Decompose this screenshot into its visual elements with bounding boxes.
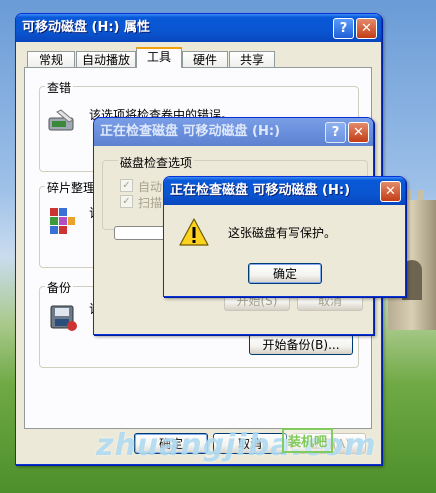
check-disk-icon [48,109,74,131]
backup-group-label: 备份 [45,279,74,296]
alert-titlebar: 正在检查磁盘 可移动磁盘 (H:) ✕ [164,177,405,205]
write-protect-alert: 正在检查磁盘 可移动磁盘 (H:) ✕ 这张磁盘有写保护。 确定 [163,176,406,297]
check-disk-help-button[interactable]: ? [325,122,346,143]
scan-label: 扫描 [138,196,163,210]
disk-options-label: 磁盘检查选项 [118,154,195,171]
properties-titlebar: 可移动磁盘 (H:) 属性 ? ✕ [16,14,381,42]
watermark-badge: 装机吧 [282,428,334,453]
properties-title: 可移动磁盘 (H:) 属性 [22,20,151,35]
tab-tools[interactable]: 工具 [136,47,182,68]
check-disk-close-button[interactable]: ✕ [348,122,369,143]
warning-icon [179,218,209,246]
start-backup-button[interactable]: 开始备份(B)... [249,334,353,355]
alert-close-button[interactable]: ✕ [380,181,401,202]
defrag-icon [50,208,75,234]
alert-message: 这张磁盘有写保护。 [228,226,337,240]
alert-ok-button[interactable]: 确定 [248,263,322,284]
defrag-group-label: 碎片整理 [45,179,98,196]
scan-checkbox[interactable]: ✓ [120,195,133,208]
auto-fix-checkbox[interactable]: ✓ [120,179,133,192]
check-disk-title: 正在检查磁盘 可移动磁盘 (H:) [100,124,281,139]
auto-fix-label: 自动 [138,180,163,194]
watermark-text: zhuangjiba.com [96,428,377,463]
help-button[interactable]: ? [333,18,354,39]
backup-icon [50,305,77,331]
close-button[interactable]: ✕ [356,18,377,39]
check-group-label: 查错 [45,79,74,96]
check-disk-titlebar: 正在检查磁盘 可移动磁盘 (H:) ? ✕ [94,118,373,146]
alert-title: 正在检查磁盘 可移动磁盘 (H:) [170,183,351,198]
